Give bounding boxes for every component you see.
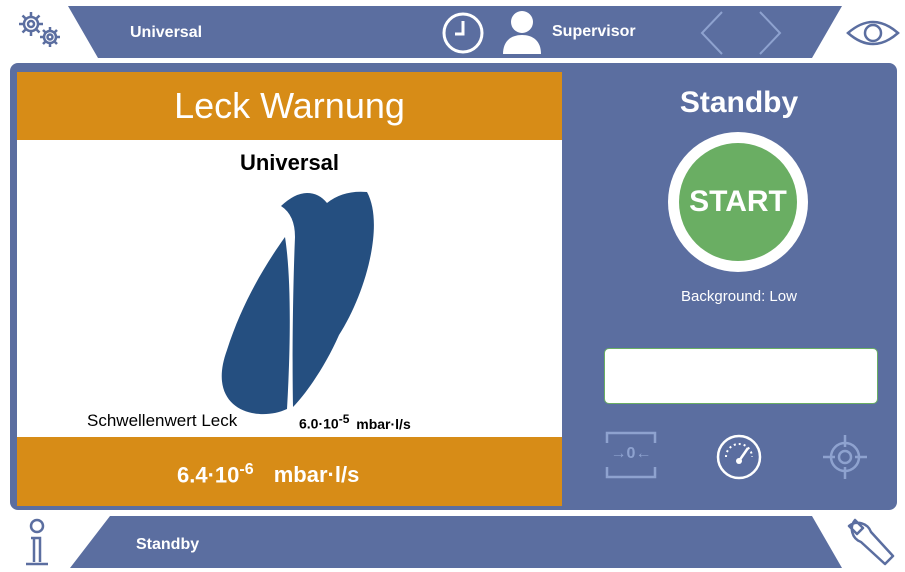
threshold-mantissa: 6.0·10	[299, 415, 339, 432]
target-icon[interactable]	[820, 432, 870, 482]
reading-unit: mbar·l/s	[273, 462, 360, 488]
start-button[interactable]: START	[679, 143, 797, 261]
start-button-ring[interactable]: START	[668, 132, 808, 272]
gauge-icon[interactable]	[714, 432, 764, 482]
eye-icon[interactable]	[845, 14, 901, 52]
mode-label[interactable]: Universal	[130, 24, 202, 42]
reading-bar: 6.4·10-6 mbar·l/s	[17, 437, 562, 506]
info-icon[interactable]	[20, 518, 54, 568]
forward-chevron-icon[interactable]	[752, 10, 788, 56]
user-label[interactable]: Supervisor	[552, 23, 636, 41]
wrench-icon[interactable]	[845, 516, 901, 568]
reading-value: 6.4·10-6 mbar·l/s	[177, 461, 359, 488]
message-field	[604, 348, 878, 404]
back-chevron-icon[interactable]	[694, 10, 730, 56]
threshold-value: 6.0·10-5 mbar·l/s	[299, 412, 411, 432]
zero-label: →0←	[610, 445, 652, 462]
clock-icon[interactable]	[440, 10, 486, 56]
threshold-exponent: -5	[338, 412, 350, 426]
background-status: Background: Low	[681, 288, 797, 305]
footer-status: Standby	[136, 536, 200, 553]
settings-gears-icon[interactable]	[14, 8, 70, 52]
user-icon[interactable]	[500, 8, 544, 56]
reading-mantissa: 6.4·10	[177, 462, 240, 488]
reading-exponent: -6	[239, 461, 254, 478]
mode-name: Universal	[239, 150, 340, 175]
alarm-title: Leck Warnung	[17, 72, 562, 140]
zero-icon[interactable]: →0←	[604, 430, 658, 480]
inficon-logo	[221, 191, 374, 415]
threshold-label: Schwellenwert Leck	[87, 411, 238, 430]
measurement-display[interactable]: Leck Warnung Universal Schwellenwert Lec…	[17, 72, 562, 506]
status-title: Standby	[679, 86, 799, 119]
threshold-unit: mbar·l/s	[356, 415, 411, 432]
